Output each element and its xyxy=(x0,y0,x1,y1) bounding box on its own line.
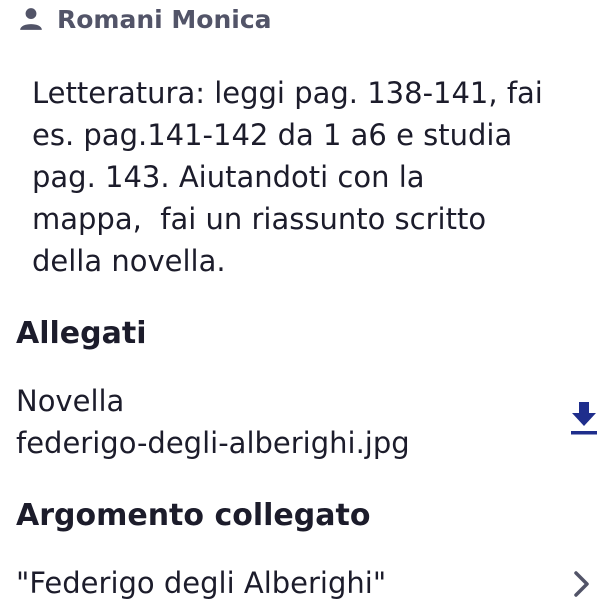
attachment-item[interactable]: Novella federigo-degli-alberighi.jpg xyxy=(16,380,599,464)
related-topic-label: "Federigo degli Alberighi" xyxy=(16,566,387,600)
attachment-filename: Novella federigo-degli-alberighi.jpg xyxy=(16,384,410,460)
download-icon[interactable] xyxy=(569,400,599,436)
attachments-title: Allegati xyxy=(16,316,147,351)
related-topic-link[interactable]: "Federigo degli Alberighi" xyxy=(16,562,599,602)
teacher-info: Romani Monica xyxy=(18,2,272,36)
related-topic-title: Argomento collegato xyxy=(16,498,371,533)
person-icon xyxy=(18,6,44,32)
chevron-right-icon xyxy=(573,570,591,598)
teacher-name: Romani Monica xyxy=(57,4,272,34)
assignment-description: Letteratura: leggi pag. 138-141, fai es.… xyxy=(32,76,543,278)
